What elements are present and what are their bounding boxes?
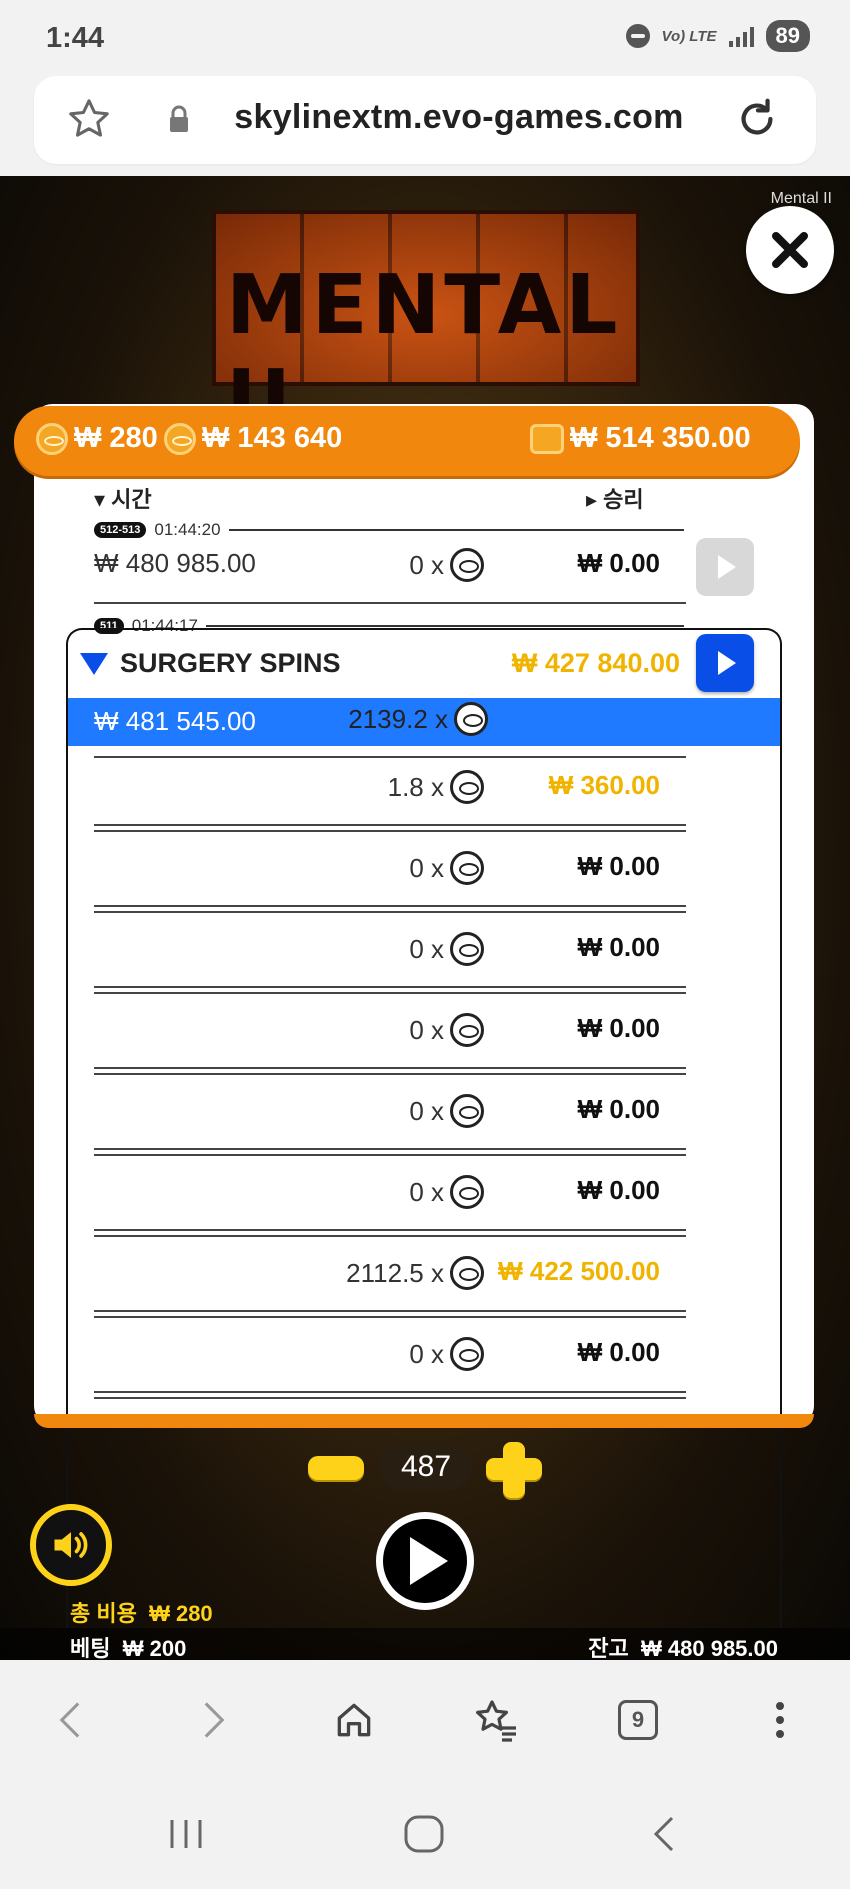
volte-icon: Vo) LTE bbox=[661, 27, 717, 45]
row-multiplier: 0 x bbox=[314, 1013, 484, 1047]
coin-icon bbox=[164, 422, 196, 455]
row-multiplier: 0 x bbox=[314, 1175, 484, 1209]
game-title: Mental II bbox=[770, 190, 832, 207]
status-time: 1:44 bbox=[46, 22, 105, 54]
bookmarks-icon bbox=[476, 1700, 516, 1742]
row-win: ₩ 0.00 bbox=[577, 1094, 660, 1124]
header-balance-display: ₩ 514 350.00 bbox=[530, 422, 751, 455]
play-icon bbox=[718, 555, 736, 579]
row-multiplier: 2139.2 x bbox=[318, 702, 488, 736]
more-vertical-icon bbox=[776, 1702, 784, 1738]
play-icon bbox=[410, 1537, 448, 1585]
round-badge: 512-513 bbox=[94, 522, 147, 538]
status-bar: 1:44 Vo) LTE 89 bbox=[0, 0, 850, 74]
home-icon bbox=[337, 1703, 371, 1737]
home-nav-icon[interactable] bbox=[402, 1814, 446, 1854]
speaker-icon bbox=[54, 1532, 88, 1558]
history-row: 0 x ₩ 0.00 bbox=[94, 851, 684, 891]
row-multiplier: 2112.5 x bbox=[314, 1256, 484, 1290]
history-panel-footer bbox=[34, 1414, 814, 1428]
back-button[interactable] bbox=[42, 1692, 98, 1748]
row-win: ₩ 0.00 bbox=[577, 1175, 660, 1205]
bonus-price-display: ₩ 143 640 bbox=[164, 422, 342, 455]
history-panel-header: ₩ 280 ₩ 143 640 ₩ 514 350.00 bbox=[14, 406, 800, 476]
row-amount: ₩ 481 545.00 bbox=[94, 706, 256, 736]
bookmarks-button[interactable] bbox=[468, 1692, 524, 1748]
history-row: 0 x ₩ 0.00 bbox=[94, 1013, 684, 1053]
game-area: Mental II MENTAL II ₩ 280 ₩ 143 640 ₩ 51… bbox=[0, 176, 850, 1660]
recent-apps-icon[interactable] bbox=[166, 1816, 206, 1852]
lock-icon bbox=[170, 105, 188, 132]
history-row: 0 x ₩ 0.00 bbox=[94, 1175, 684, 1215]
back-nav-icon[interactable] bbox=[648, 1814, 678, 1854]
coin-icon bbox=[36, 422, 68, 455]
chevron-right-icon bbox=[204, 1702, 225, 1738]
system-navigation-bar bbox=[0, 1778, 850, 1889]
row-amount: ₩ 480 985.00 bbox=[94, 548, 256, 578]
spin-count: 487 bbox=[380, 1444, 472, 1490]
total-cost: 총 비용 ₩ 280 bbox=[70, 1601, 213, 1626]
sound-button[interactable] bbox=[30, 1504, 112, 1586]
bookmark-star-icon[interactable] bbox=[66, 96, 112, 142]
do-not-disturb-icon bbox=[625, 24, 650, 48]
history-row: 1.8 x ₩ 360.00 bbox=[94, 770, 684, 810]
chevron-left-icon bbox=[59, 1702, 80, 1738]
game-logo: MENTAL II bbox=[212, 210, 640, 448]
home-button[interactable] bbox=[326, 1692, 382, 1748]
history-row: 0 x ₩ 0.00 bbox=[94, 1337, 684, 1377]
url-bar[interactable]: skylinextm.evo-games.com bbox=[34, 76, 816, 164]
row-multiplier: 0 x bbox=[314, 548, 484, 582]
tabs-button[interactable]: 9 bbox=[610, 1692, 666, 1748]
row-win: ₩ 0.00 bbox=[577, 1337, 660, 1367]
history-row: ₩ 480 985.00 0 x ₩ 0.00 bbox=[94, 548, 684, 588]
coin-icon bbox=[454, 702, 488, 736]
increase-spins-button[interactable] bbox=[486, 1442, 542, 1498]
collapse-icon[interactable] bbox=[80, 652, 108, 675]
column-header-time[interactable]: ▾ 시간 bbox=[94, 482, 152, 514]
row-win: ₩ 422 500.00 bbox=[498, 1256, 660, 1286]
bonus-title[interactable]: SURGERY SPINS bbox=[80, 648, 341, 679]
battery-indicator: 89 bbox=[765, 20, 810, 52]
row-win: ₩ 0.00 bbox=[577, 1013, 660, 1043]
bet-amount: 베팅 ₩ 200 bbox=[70, 1636, 187, 1660]
cost-display: ₩ 280 bbox=[36, 422, 158, 455]
reload-icon[interactable] bbox=[734, 96, 780, 142]
bonus-summary-row: ₩ 481 545.00 2139.2 x bbox=[68, 698, 780, 746]
replay-button[interactable] bbox=[696, 538, 754, 596]
wallet-icon bbox=[530, 423, 564, 454]
row-multiplier: 0 x bbox=[314, 851, 484, 885]
history-row: 0 x ₩ 0.00 bbox=[94, 1094, 684, 1134]
spin-button[interactable] bbox=[376, 1512, 474, 1610]
row-multiplier: 0 x bbox=[314, 1337, 484, 1371]
replay-button[interactable] bbox=[696, 634, 754, 692]
close-button[interactable] bbox=[746, 206, 834, 294]
history-row: 2112.5 x ₩ 422 500.00 bbox=[94, 1256, 684, 1296]
history-row: 0 x ₩ 0.00 bbox=[94, 932, 684, 972]
browser-toolbar: 9 bbox=[0, 1662, 850, 1778]
column-header-win[interactable]: ▸ 승리 bbox=[586, 482, 644, 514]
row-multiplier: 0 x bbox=[314, 932, 484, 966]
round-header: 512-513 01:44:20 bbox=[94, 520, 684, 540]
row-multiplier: 0 x bbox=[314, 1094, 484, 1128]
round-time: 01:44:20 bbox=[154, 520, 221, 539]
row-multiplier: 1.8 x bbox=[314, 770, 484, 804]
status-icons: Vo) LTE 89 bbox=[625, 20, 810, 52]
row-win: ₩ 360.00 bbox=[548, 770, 660, 800]
signal-icon bbox=[728, 25, 754, 47]
menu-button[interactable] bbox=[752, 1692, 808, 1748]
decrease-spins-button[interactable] bbox=[308, 1456, 364, 1480]
bonus-total: ₩ 427 840.00 bbox=[511, 648, 680, 678]
balance-amount: 잔고 ₩ 480 985.00 bbox=[588, 1636, 778, 1660]
row-win: ₩ 0.00 bbox=[577, 548, 660, 578]
play-icon bbox=[718, 651, 736, 675]
close-icon bbox=[772, 232, 808, 268]
row-win: ₩ 0.00 bbox=[577, 851, 660, 881]
url-text[interactable]: skylinextm.evo-games.com bbox=[224, 98, 694, 137]
row-win: ₩ 0.00 bbox=[577, 932, 660, 962]
forward-button[interactable] bbox=[186, 1692, 242, 1748]
tabs-icon: 9 bbox=[618, 1700, 658, 1740]
